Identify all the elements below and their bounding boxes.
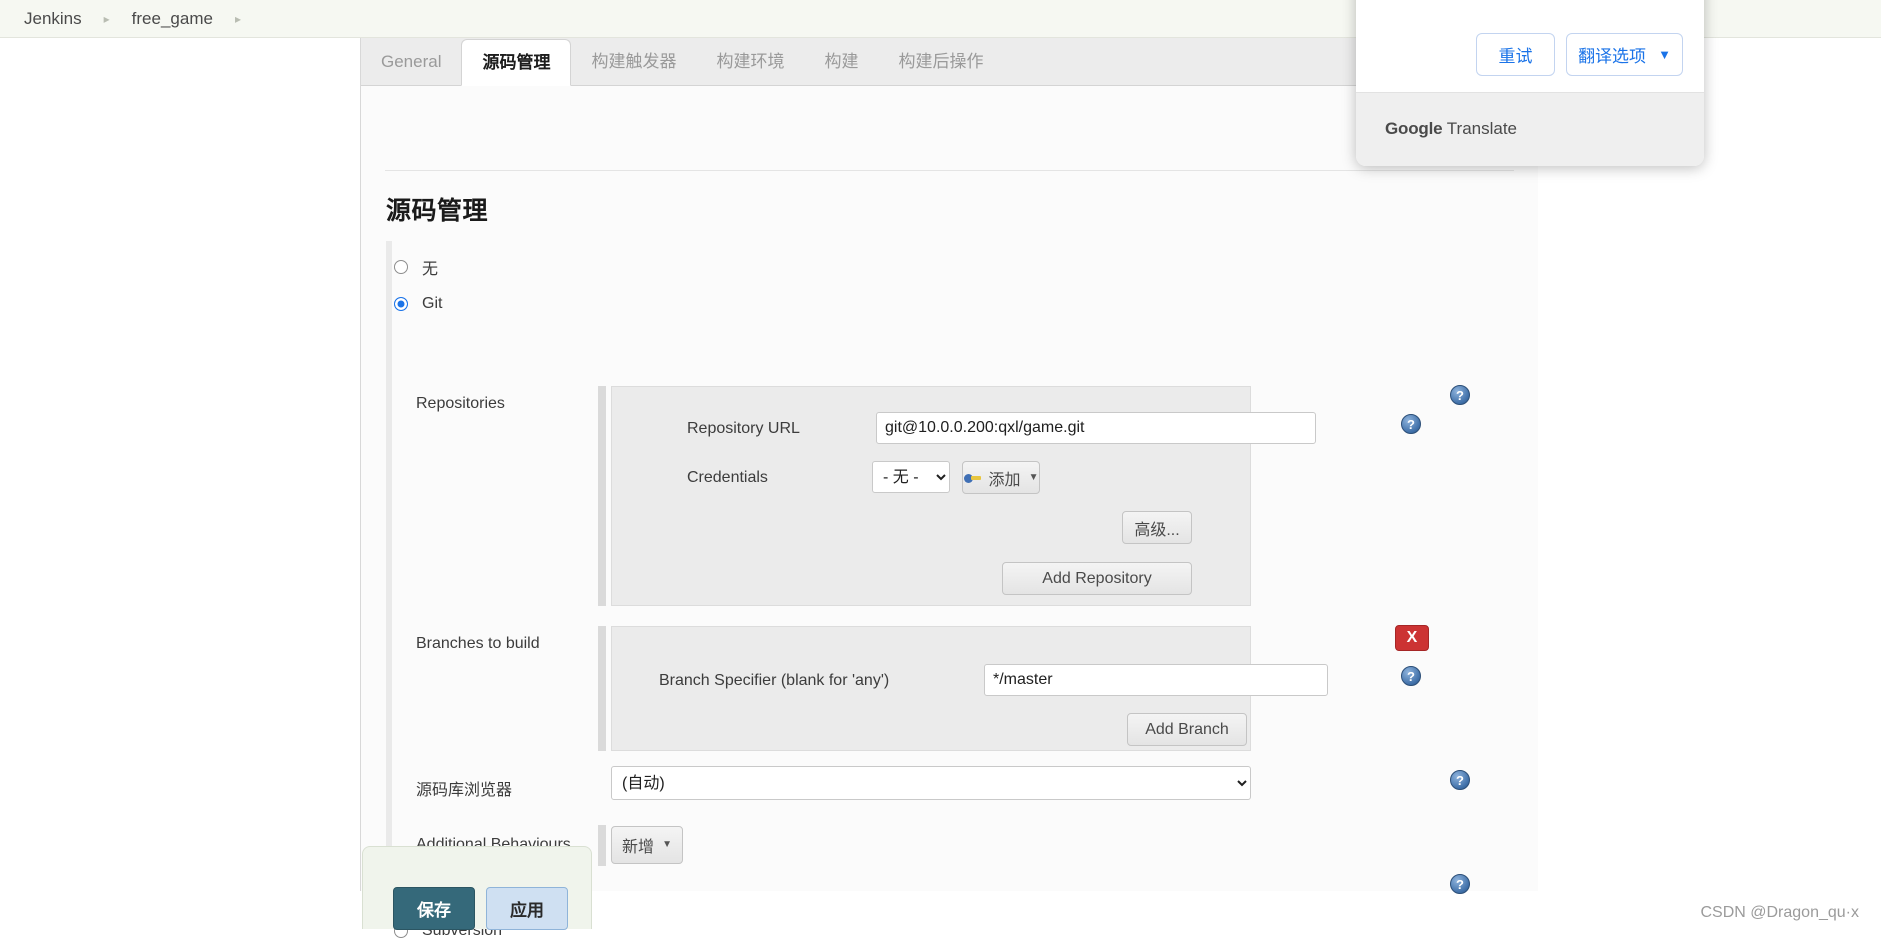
radio-none-icon[interactable] [394, 260, 408, 274]
add-branch-button[interactable]: Add Branch [1127, 713, 1247, 746]
git-config-left-rail [386, 334, 392, 852]
breadcrumb-item-free-game[interactable]: free_game [130, 9, 215, 29]
credentials-select[interactable]: - 无 - [872, 461, 950, 493]
scm-option-git[interactable]: Git [394, 293, 442, 315]
add-credentials-label: 添加 [988, 471, 1021, 489]
add-repository-label: Add Repository [1042, 569, 1152, 587]
repositories-block: Repository URL Credentials - 无 - 添加 ▼ 高级… [611, 386, 1316, 606]
key-icon [963, 472, 981, 484]
branch-specifier-help-icon[interactable]: ? [1401, 666, 1421, 686]
repositories-label: Repositories [416, 395, 505, 412]
repository-browser-help-icon[interactable]: ? [1450, 770, 1470, 790]
add-repository-button[interactable]: Add Repository [1002, 562, 1192, 595]
chevron-down-icon: ▼ [662, 839, 672, 850]
tab-source-code-management[interactable]: 源码管理 [461, 39, 572, 86]
radio-git-icon[interactable] [394, 297, 408, 311]
branches-block: Branch Specifier (blank for 'any') Add B… [611, 626, 1328, 751]
credentials-label: Credentials [687, 469, 768, 486]
branch-specifier-input[interactable] [984, 664, 1328, 696]
branches-block-rail [598, 626, 606, 751]
save-button[interactable]: 保存 [393, 887, 475, 930]
translate-footer: Google Translate [1356, 92, 1704, 166]
save-action-bar: 保存 应用 [362, 846, 592, 930]
branches-to-build-label: Branches to build [416, 635, 540, 652]
repository-browser-select[interactable]: (自动) [611, 766, 1251, 800]
google-wordmark: Google [1385, 119, 1443, 138]
breadcrumb-separator-icon: ▸ [103, 11, 110, 26]
translate-wordmark: Translate [1442, 119, 1518, 138]
repository-url-input[interactable] [876, 412, 1316, 444]
chevron-down-icon: ▼ [1028, 471, 1039, 483]
scm-option-none-label: 无 [422, 261, 439, 278]
translate-retry-button[interactable]: 重试 [1476, 33, 1555, 76]
repository-url-label: Repository URL [687, 420, 800, 437]
add-behaviour-label: 新增 [622, 839, 655, 856]
google-translate-popup: 重试 翻译选项 ▼ Google Translate [1356, 0, 1704, 166]
delete-branch-button[interactable]: X [1395, 625, 1429, 651]
page-title: 源码管理 [386, 197, 489, 225]
additional-behaviours-rail [598, 825, 606, 866]
config-content: 源码管理 无 Git Repositories Repository URL C… [361, 86, 1538, 939]
repository-url-help-icon[interactable]: ? [1401, 414, 1421, 434]
add-branch-label: Add Branch [1145, 720, 1229, 738]
add-behaviour-button[interactable]: 新增 ▼ [611, 826, 683, 864]
google-translate-brand: Google Translate [1385, 119, 1517, 139]
tab-build-triggers[interactable]: 构建触发器 [571, 39, 696, 85]
add-credentials-button[interactable]: 添加 ▼ [962, 461, 1040, 494]
section-divider [385, 170, 1514, 171]
repository-advanced-button[interactable]: 高级... [1122, 511, 1192, 544]
translate-options-button[interactable]: 翻译选项 ▼ [1566, 33, 1683, 76]
tab-general[interactable]: General [361, 39, 461, 85]
chevron-down-icon: ▼ [1658, 47, 1671, 62]
translate-retry-label: 重试 [1498, 47, 1533, 66]
breadcrumb-item-jenkins[interactable]: Jenkins [22, 9, 84, 29]
tab-post-build-actions[interactable]: 构建后操作 [878, 39, 1003, 85]
scm-bottom-help-icon[interactable]: ? [1450, 874, 1470, 894]
repositories-help-icon[interactable]: ? [1450, 385, 1470, 405]
repository-advanced-label: 高级... [1134, 521, 1180, 539]
translate-actions: 重试 翻译选项 ▼ [1356, 0, 1704, 92]
repository-browser-label: 源码库浏览器 [416, 782, 513, 799]
branch-specifier-label: Branch Specifier (blank for 'any') [659, 672, 890, 689]
repositories-block-rail [598, 386, 606, 606]
apply-button[interactable]: 应用 [486, 887, 568, 930]
tab-build-environment[interactable]: 构建环境 [696, 39, 804, 85]
scm-option-git-label: Git [422, 295, 443, 312]
tab-build[interactable]: 构建 [804, 39, 878, 85]
translate-options-label: 翻译选项 [1578, 47, 1647, 66]
breadcrumb-dropdown-icon[interactable]: ▸ [215, 13, 261, 25]
scm-option-none[interactable]: 无 [394, 256, 438, 278]
watermark: CSDN @Dragon_qu·x [1700, 904, 1859, 921]
